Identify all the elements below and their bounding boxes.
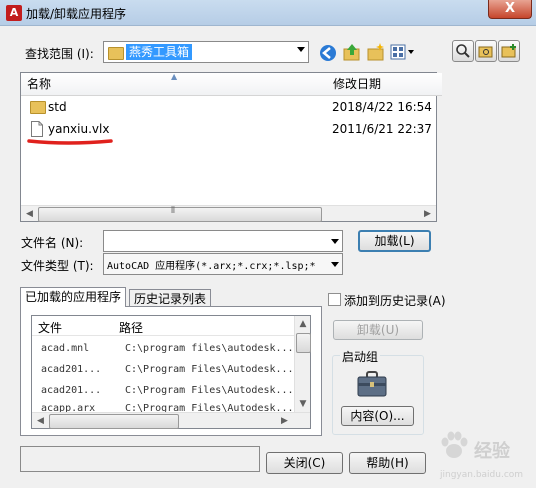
column-header-name-label: 名称 xyxy=(27,77,52,91)
new-folder-icon[interactable] xyxy=(366,42,386,62)
chevron-down-icon[interactable] xyxy=(331,239,339,244)
folder-search-icon xyxy=(478,46,493,58)
window-title: 加载/卸载应用程序 xyxy=(26,7,127,21)
startup-group-label: 启动组 xyxy=(340,348,381,365)
help-button[interactable]: 帮助(H) xyxy=(349,452,426,474)
chevron-down-icon xyxy=(331,262,339,267)
scroll-up-icon[interactable]: ▲ xyxy=(295,316,311,332)
filetype-value: AutoCAD 应用程序(*.arx;*.crx;*.lsp;* xyxy=(107,261,316,272)
scroll-thumb[interactable]: ⦀ xyxy=(38,206,322,222)
magnifier-icon xyxy=(456,44,470,58)
add-to-favorites-button[interactable] xyxy=(498,40,520,62)
baidu-paw-watermark-icon xyxy=(441,431,468,458)
grip-icon: ⦀ xyxy=(171,206,175,216)
folder-icon xyxy=(30,101,46,114)
horizontal-scrollbar[interactable]: ◀ ▶ xyxy=(32,412,310,429)
scroll-right-icon[interactable]: ▶ xyxy=(276,413,293,429)
column-header-path[interactable]: 路径 xyxy=(119,319,143,336)
loaded-apps-header: 文件 路径 xyxy=(32,316,294,336)
lookin-combo[interactable]: 燕秀工具箱 xyxy=(103,41,309,63)
watermark-text: 经验 xyxy=(474,441,510,462)
status-field xyxy=(20,446,260,472)
tab-loaded-apps[interactable]: 已加载的应用程序 xyxy=(20,287,127,307)
contents-button[interactable]: 内容(O)... xyxy=(341,406,414,426)
file-icon xyxy=(31,121,43,137)
close-button[interactable]: 关闭(C) xyxy=(266,452,343,474)
add-history-checkbox[interactable] xyxy=(328,293,341,306)
up-folder-icon[interactable] xyxy=(342,42,362,62)
app-file: acapp.arx xyxy=(41,403,96,412)
file-row-std[interactable]: std 2018/4/22 16:54 xyxy=(21,96,436,118)
table-row[interactable]: acad.mnl C:\program files\autodesk... xyxy=(32,340,294,360)
app-file: acad201... xyxy=(41,364,102,375)
scroll-thumb[interactable] xyxy=(49,414,179,429)
file-date: 2011/6/21 22:37 xyxy=(332,122,432,136)
views-menu-icon[interactable] xyxy=(390,44,416,60)
loaded-apps-list[interactable]: 文件 路径 acad.mnl C:\program files\autodesk… xyxy=(31,315,311,429)
chevron-down-icon xyxy=(297,47,305,52)
table-row[interactable]: acad201... C:\Program Files\Autodesk... xyxy=(32,361,294,381)
watermark-url: jingyan.baidu.com xyxy=(440,470,524,480)
scroll-left-icon[interactable]: ◀ xyxy=(32,413,49,429)
autocad-app-icon: A xyxy=(6,5,22,21)
scroll-left-icon[interactable]: ◀ xyxy=(21,206,38,222)
column-header-file[interactable]: 文件 xyxy=(38,319,62,336)
scroll-thumb[interactable] xyxy=(296,333,311,353)
file-date: 2018/4/22 16:54 xyxy=(332,100,432,114)
file-name: std xyxy=(48,100,67,114)
filename-input[interactable] xyxy=(103,230,343,252)
back-icon[interactable] xyxy=(318,43,338,63)
filetype-select[interactable]: AutoCAD 应用程序(*.arx;*.crx;*.lsp;* xyxy=(103,253,343,275)
sort-ascending-icon: ▲ xyxy=(171,72,178,81)
red-annotation-underline xyxy=(27,139,113,145)
vertical-scrollbar[interactable]: ▲ ▼ xyxy=(294,316,311,412)
folder-icon xyxy=(108,47,124,60)
table-row[interactable]: acad201... C:\Program Files\Autodesk... xyxy=(32,382,294,402)
app-file: acad.mnl xyxy=(41,343,90,354)
horizontal-scrollbar[interactable]: ◀ ⦀ ▶ xyxy=(21,205,436,222)
add-folder-icon xyxy=(501,44,516,58)
column-header-name[interactable]: 名称 ▲ xyxy=(21,72,334,96)
unload-button[interactable]: 卸载(U) xyxy=(333,320,423,340)
load-button[interactable]: 加载(L) xyxy=(358,230,431,252)
app-path: C:\Program Files\Autodesk... xyxy=(125,385,294,396)
app-file: acad201... xyxy=(41,385,102,396)
locate-button[interactable] xyxy=(475,40,497,62)
file-list[interactable]: 名称 ▲ 修改日期 std 2018/4/22 16:54 yanxiu.vlx… xyxy=(20,72,442,222)
table-row[interactable]: acapp.arx C:\Program Files\Autodesk... xyxy=(32,402,294,412)
add-history-label: 添加到历史记录(A) xyxy=(344,294,446,308)
scroll-down-icon[interactable]: ▼ xyxy=(295,396,311,412)
app-path: C:\Program Files\Autodesk... xyxy=(125,403,294,412)
briefcase-icon xyxy=(357,371,387,397)
title-bar: A 加载/卸载应用程序 X xyxy=(0,0,536,26)
lookin-selected-value: 燕秀工具箱 xyxy=(126,44,193,60)
window-close-button[interactable]: X xyxy=(488,0,532,19)
app-path: C:\program files\autodesk... xyxy=(125,343,294,354)
find-button[interactable] xyxy=(452,40,474,62)
filename-label: 文件名 (N): xyxy=(21,236,84,250)
column-header-date[interactable]: 修改日期 xyxy=(327,73,442,96)
lookin-label: 查找范围 (I): xyxy=(25,47,94,61)
scroll-right-icon[interactable]: ▶ xyxy=(419,206,436,222)
app-path: C:\Program Files\Autodesk... xyxy=(125,364,294,375)
filetype-label: 文件类型 (T): xyxy=(21,259,94,273)
